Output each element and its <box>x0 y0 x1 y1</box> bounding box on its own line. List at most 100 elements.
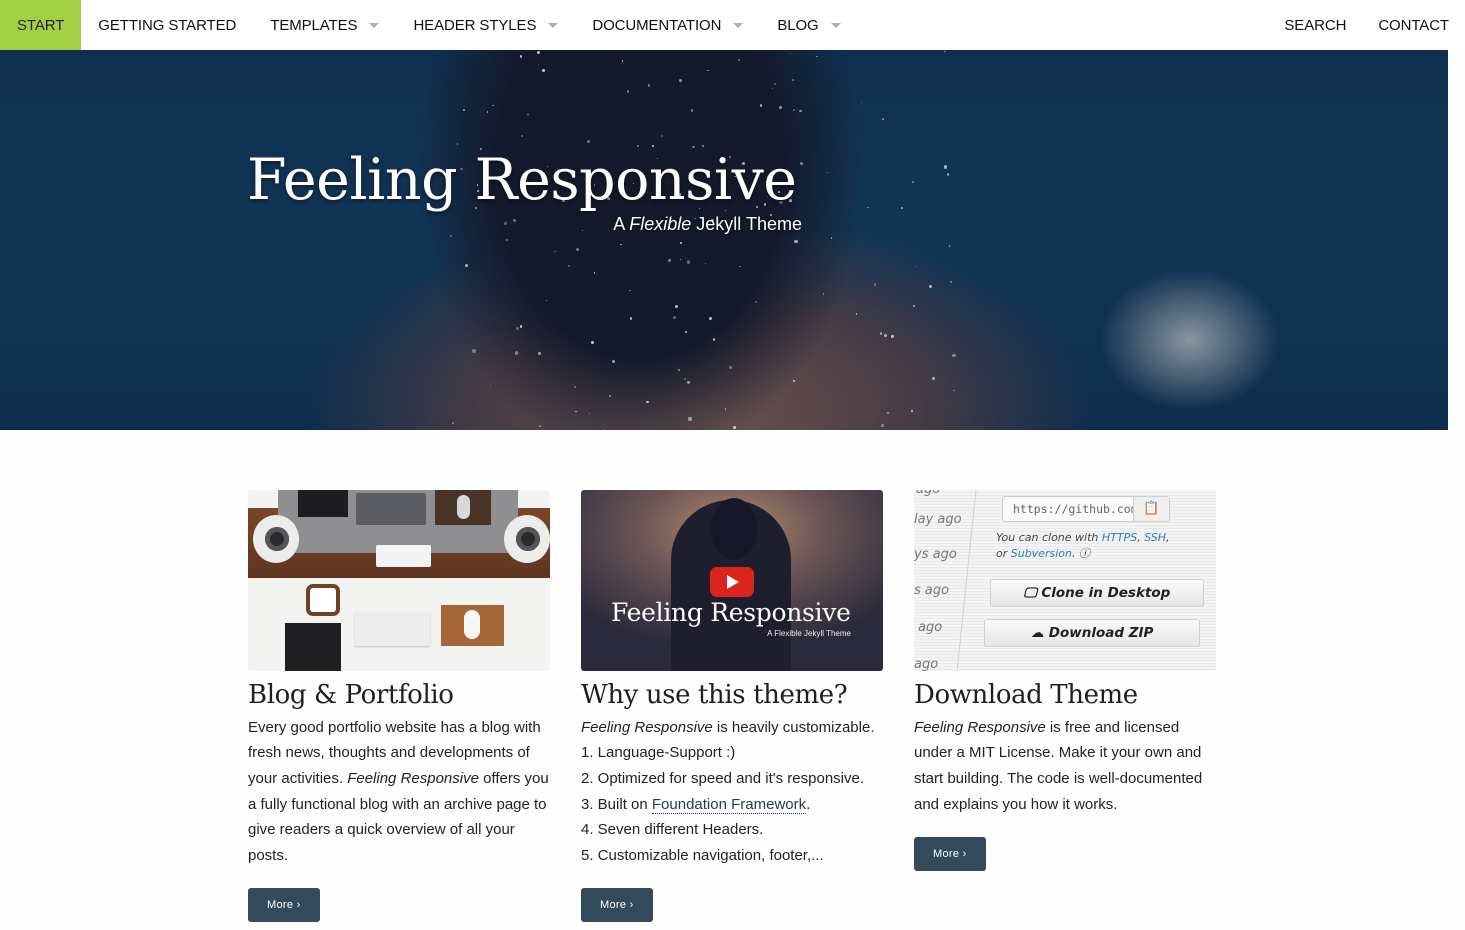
bubble <box>688 417 692 421</box>
bubble <box>931 376 935 380</box>
monitor-stand <box>376 545 431 567</box>
ago-text: ago <box>914 657 939 671</box>
bubble <box>793 380 795 382</box>
ago-text: ago <box>918 620 943 635</box>
bubble <box>791 79 795 82</box>
bubble <box>492 104 494 107</box>
bubble <box>913 305 916 308</box>
bubble <box>687 381 690 384</box>
bubble <box>576 248 579 251</box>
nav-getting-started[interactable]: GETTING STARTED <box>81 0 253 50</box>
bubble <box>778 105 783 109</box>
bubble <box>450 235 453 238</box>
cloud-download-icon: ☁ <box>1030 625 1049 641</box>
more-button[interactable]: More › <box>248 888 320 923</box>
bubble <box>472 349 476 353</box>
bubble <box>708 317 712 320</box>
bubble <box>567 264 571 268</box>
more-button[interactable]: More › <box>581 888 653 923</box>
bubble <box>503 222 507 226</box>
top-navigation: START GETTING STARTED TEMPLATES HEADER S… <box>0 0 1465 50</box>
nav-documentation[interactable]: DOCUMENTATION <box>575 0 760 50</box>
nav-label: SEARCH <box>1284 16 1347 34</box>
bubble <box>647 84 650 87</box>
bubble <box>527 113 529 116</box>
nav-label: CONTACT <box>1378 16 1449 34</box>
bubble <box>646 400 650 404</box>
bubble <box>554 250 556 253</box>
list-item: 3. Built on Foundation Framework. <box>581 792 883 818</box>
bubble <box>621 60 624 62</box>
bubble <box>946 173 949 176</box>
feature-list: 1. Language-Support :) 2. Optimized for … <box>581 740 883 868</box>
nav-start[interactable]: START <box>0 0 82 50</box>
bubble <box>603 429 605 430</box>
caret-down-icon <box>830 23 841 28</box>
card-title: Download Theme <box>914 680 1138 710</box>
more-button[interactable]: More › <box>914 837 986 872</box>
page-edge <box>1448 50 1465 430</box>
bubble <box>867 206 869 208</box>
person-head <box>711 498 757 560</box>
hero-bubbles <box>0 50 1448 430</box>
ago-text: s ago <box>914 583 950 598</box>
github-screenshot[interactable]: ago lay ago ys ago s ago ago ago https:/… <box>914 490 1216 671</box>
play-button-icon[interactable] <box>710 567 754 597</box>
bubble <box>724 408 726 410</box>
card-body: Feeling Responsive is free and licensed … <box>914 715 1216 817</box>
nav-label: START <box>17 16 65 34</box>
nav-contact[interactable]: CONTACT <box>1362 0 1465 50</box>
hero-title-block: Feeling Responsive A Flexible Jekyll The… <box>247 152 807 235</box>
bubble <box>794 239 798 243</box>
mouse <box>464 610 480 639</box>
bubble <box>620 243 622 246</box>
bubble <box>678 78 683 83</box>
bubble <box>456 143 459 145</box>
nav-right: SEARCH CONTACT <box>1268 0 1465 50</box>
nav-header-styles[interactable]: HEADER STYLES <box>396 0 575 50</box>
bubble <box>943 50 946 53</box>
desk-workspace-image[interactable] <box>248 490 550 671</box>
bubble <box>759 104 763 108</box>
https-link: HTTPS <box>1101 531 1138 544</box>
subtitle-prefix: A <box>613 214 630 234</box>
nav-label: DOCUMENTATION <box>592 16 722 34</box>
bubble <box>683 378 687 381</box>
list-item: 4. Seven different Headers. <box>581 821 764 839</box>
bubble <box>520 135 523 138</box>
nav-blog[interactable]: BLOG <box>760 0 857 50</box>
bubble <box>538 424 541 427</box>
nav-search[interactable]: SEARCH <box>1268 0 1362 50</box>
bubble <box>465 264 469 267</box>
bubble <box>690 109 693 112</box>
card-blog-portfolio: Blog & Portfolio Every good portfolio we… <box>248 490 550 923</box>
bubble <box>629 317 632 320</box>
caret-down-icon <box>733 23 744 28</box>
bubble <box>687 260 691 264</box>
video-subtitle: A Flexible Jekyll Theme <box>767 629 851 638</box>
bubble <box>515 351 519 355</box>
nav-label: TEMPLATES <box>270 16 358 34</box>
foundation-link[interactable]: Foundation Framework <box>651 795 807 814</box>
video-thumbnail[interactable]: Feeling Responsive A Flexible Jekyll The… <box>581 490 883 671</box>
bubble <box>952 353 956 357</box>
bubble <box>816 55 818 57</box>
bubble <box>537 64 539 66</box>
screen <box>298 490 348 517</box>
bubble <box>943 165 947 169</box>
body-em: Feeling Responsive <box>581 718 713 736</box>
bubble <box>512 218 517 223</box>
monitor-icon: 🖵 <box>1023 585 1042 601</box>
bubble <box>880 424 884 427</box>
bubble <box>608 394 612 398</box>
subtitle-em: Flexible <box>629 214 692 234</box>
nav-templates[interactable]: TEMPLATES <box>253 0 396 50</box>
caret-down-icon <box>369 23 380 28</box>
clone-desktop-image-button: 🖵 Clone in Desktop <box>990 579 1204 607</box>
bubble <box>519 325 523 328</box>
list-item: 1. Language-Support :) <box>581 744 736 762</box>
body-text: is heavily customizable. <box>712 718 875 736</box>
drawing-tablet <box>285 623 341 671</box>
bubble <box>590 341 594 345</box>
bubble <box>581 230 584 232</box>
